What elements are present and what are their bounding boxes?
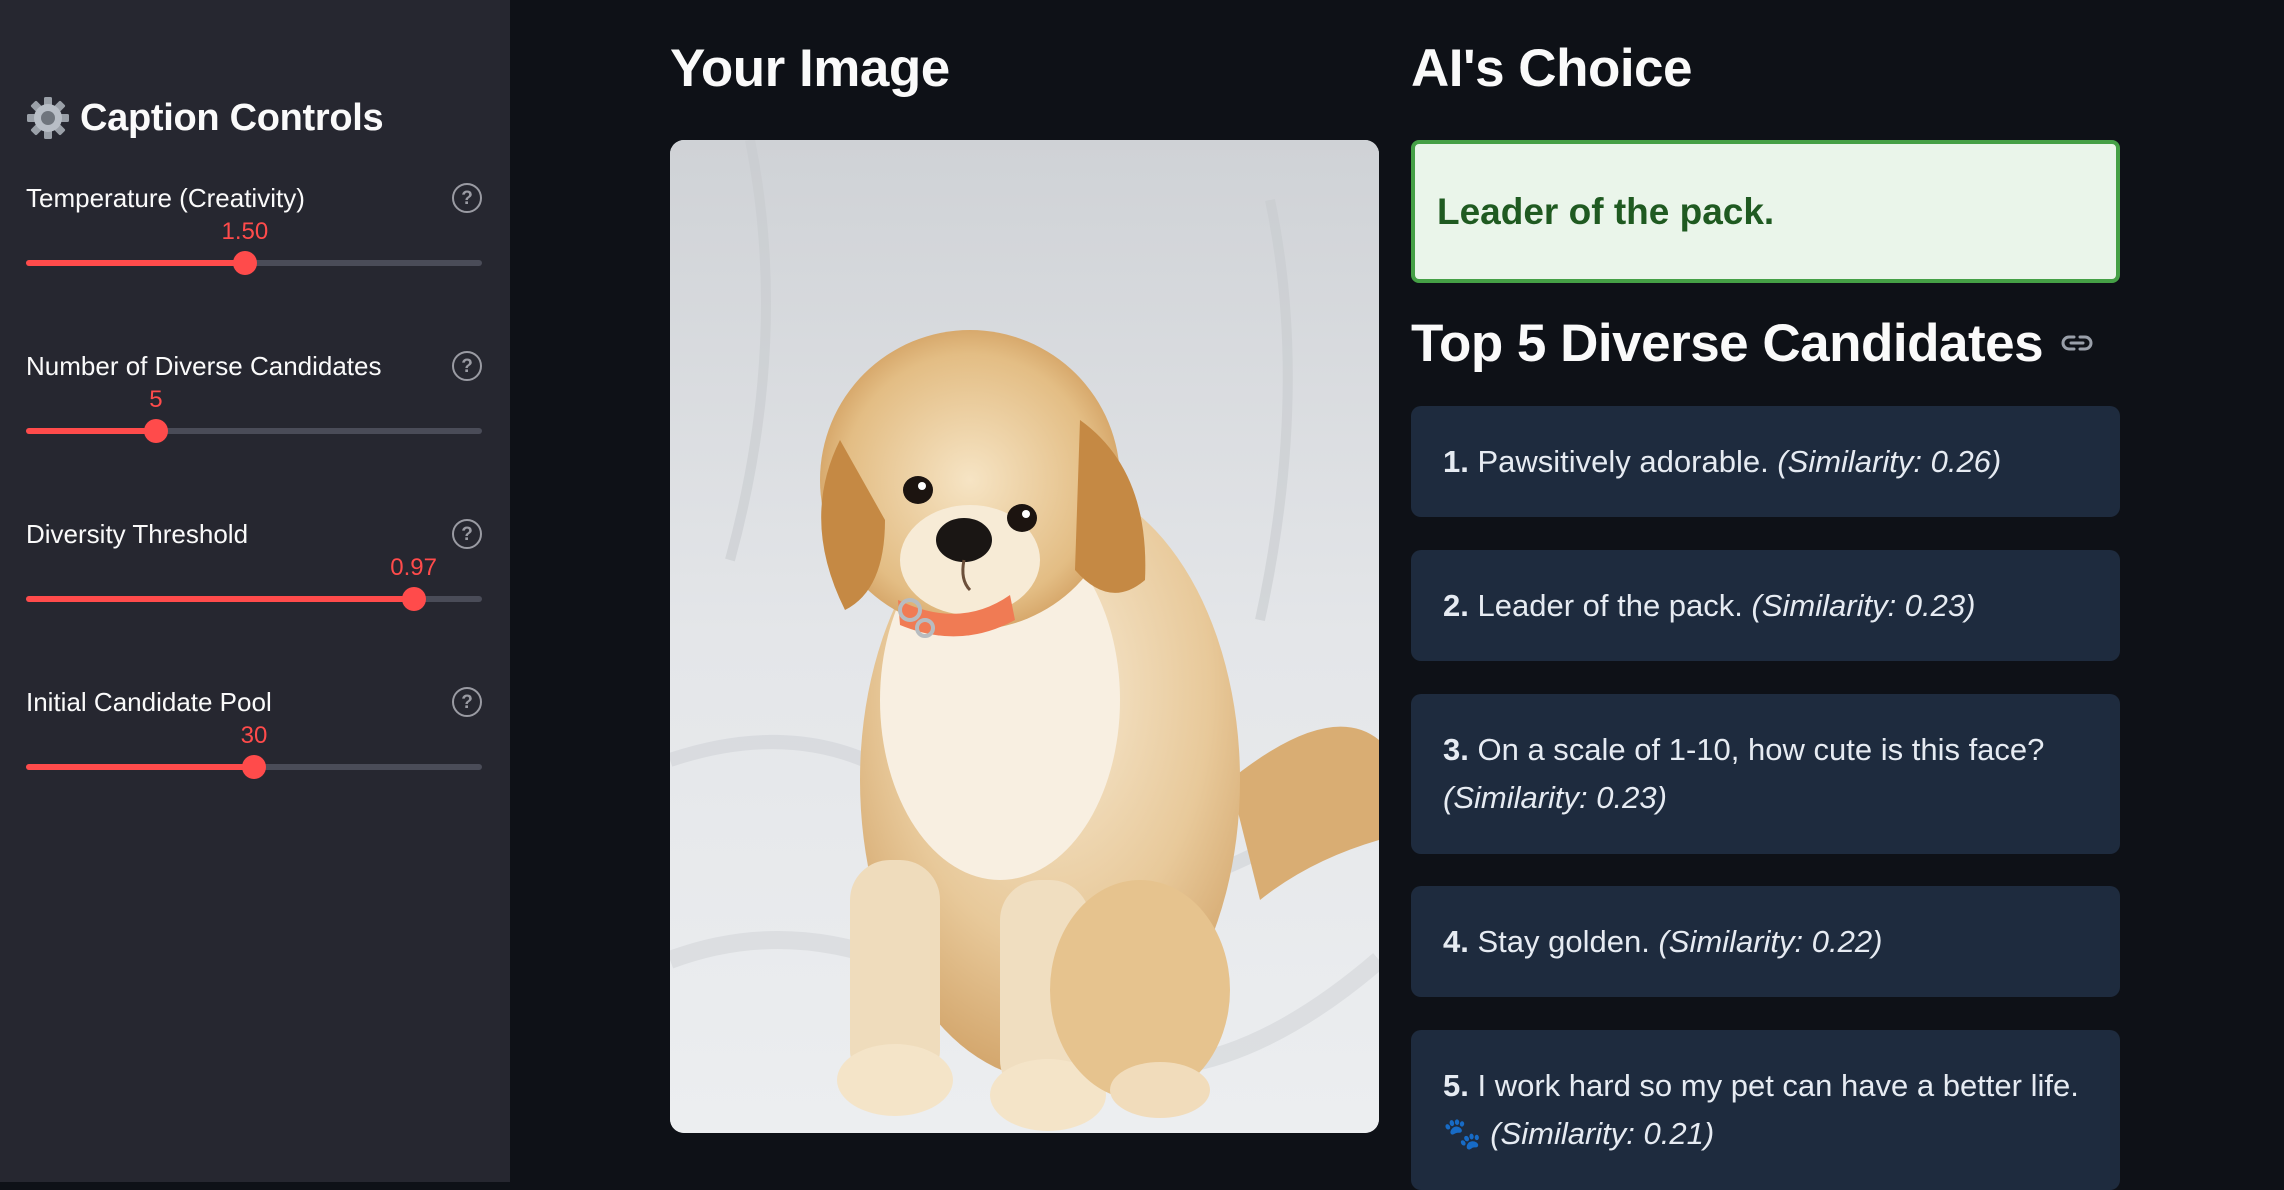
sidebar: Caption Controls Temperature (Creativity…	[0, 0, 510, 1182]
temperature-slider-block: Temperature (Creativity) ? 1.50	[26, 180, 482, 320]
slider-thumb[interactable]	[242, 755, 266, 779]
candidate-text: 1. Pawsitively adorable. (Similarity: 0.…	[1443, 438, 2001, 486]
ai-choice-box: Leader of the pack.	[1411, 140, 2120, 283]
paw-prints-icon: 🐾	[1443, 1116, 1482, 1151]
candidate-pool-slider[interactable]	[26, 755, 482, 779]
candidate-item: 1. Pawsitively adorable. (Similarity: 0.…	[1411, 406, 2120, 517]
temperature-slider[interactable]	[26, 251, 482, 275]
candidate-item: 2. Leader of the pack. (Similarity: 0.23…	[1411, 550, 2120, 661]
candidate-caption: I work hard so my pet can have a better …	[1477, 1068, 2079, 1103]
candidate-text: 4. Stay golden. (Similarity: 0.22)	[1443, 918, 1882, 966]
help-icon[interactable]: ?	[452, 687, 482, 717]
candidate-number: 2.	[1443, 587, 1469, 623]
dog-photo	[670, 140, 1379, 1133]
candidate-item: 3. On a scale of 1-10, how cute is this …	[1411, 694, 2120, 854]
diversity-threshold-label: Diversity Threshold	[26, 519, 249, 549]
candidate-number: 1.	[1443, 443, 1469, 479]
help-icon[interactable]: ?	[452, 183, 482, 213]
candidate-text: 5. I work hard so my pet can have a bett…	[1443, 1062, 2079, 1158]
slider-fill	[26, 260, 245, 266]
candidates-title-text: Top 5 Diverse Candidates	[1411, 313, 2044, 373]
pool-slider-block: Initial Candidate Pool ? 30	[26, 684, 482, 824]
your-image-title: Your Image	[670, 39, 950, 98]
candidate-number: 3.	[1443, 732, 1469, 767]
candidate-text: 2. Leader of the pack. (Similarity: 0.23…	[1443, 582, 1975, 630]
candidate-caption: Leader of the pack.	[1477, 587, 1743, 623]
candidate-item: 5. I work hard so my pet can have a bett…	[1411, 1030, 2120, 1190]
sidebar-title: Caption Controls	[26, 88, 384, 148]
candidate-similarity: (Similarity: 0.23)	[1443, 780, 1667, 815]
candidate-pool-value: 30	[240, 722, 268, 749]
ai-choice-title: AI's Choice	[1411, 39, 1693, 98]
link-icon[interactable]	[2059, 325, 2095, 361]
slider-thumb[interactable]	[143, 419, 168, 443]
candidate-caption: Pawsitively adorable.	[1477, 443, 1769, 479]
candidates-slider-block: Number of Diverse Candidates ? 5	[26, 348, 482, 488]
candidate-similarity: (Similarity: 0.23)	[1751, 587, 1976, 623]
temperature-label: Temperature (Creativity)	[26, 183, 305, 213]
candidate-caption: Stay golden.	[1477, 923, 1650, 959]
candidate-item: 4. Stay golden. (Similarity: 0.22)	[1411, 886, 2120, 997]
help-icon[interactable]: ?	[452, 519, 482, 549]
candidate-caption: On a scale of 1-10, how cute is this fac…	[1477, 732, 2045, 767]
num-candidates-value: 5	[149, 386, 163, 413]
sidebar-title-text: Caption Controls	[80, 96, 384, 139]
help-icon[interactable]: ?	[452, 351, 482, 381]
slider-fill	[26, 428, 156, 434]
temperature-value: 1.50	[221, 218, 269, 245]
candidate-similarity: (Similarity: 0.21)	[1490, 1116, 1715, 1151]
slider-fill	[26, 764, 254, 770]
candidate-number: 5.	[1443, 1068, 1469, 1103]
slider-fill	[26, 596, 414, 602]
uploaded-dog-image	[670, 140, 1379, 1133]
num-candidates-slider[interactable]	[26, 419, 482, 443]
num-candidates-label: Number of Diverse Candidates	[26, 351, 382, 381]
candidates-title: Top 5 Diverse Candidates	[1411, 305, 2095, 381]
candidate-similarity: (Similarity: 0.26)	[1777, 443, 2002, 479]
candidate-text: 3. On a scale of 1-10, how cute is this …	[1443, 726, 2044, 822]
slider-thumb[interactable]	[232, 251, 257, 275]
candidate-pool-label: Initial Candidate Pool	[26, 687, 272, 717]
candidate-number: 4.	[1443, 923, 1469, 959]
diversity-threshold-value: 0.97	[390, 554, 437, 581]
diversity-threshold-slider[interactable]	[26, 587, 482, 611]
slider-thumb[interactable]	[401, 587, 426, 611]
candidate-similarity: (Similarity: 0.22)	[1658, 923, 1883, 959]
gear-icon	[27, 97, 69, 139]
diversity-slider-block: Diversity Threshold ? 0.97	[26, 516, 482, 656]
